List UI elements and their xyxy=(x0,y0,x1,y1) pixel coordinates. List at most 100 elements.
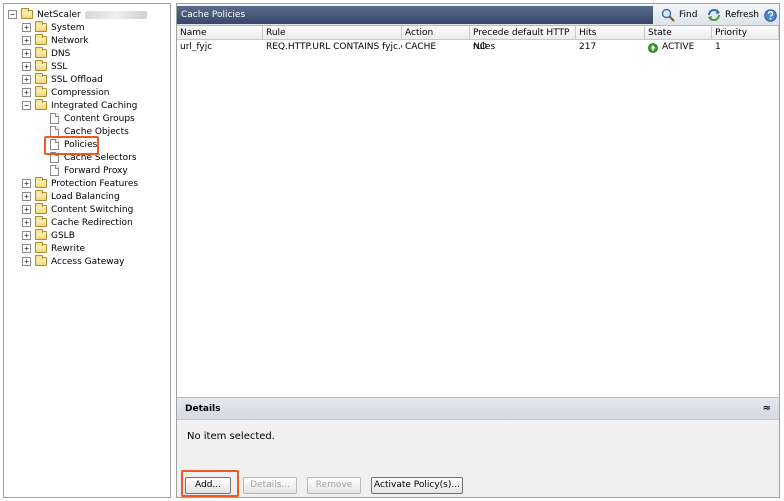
folder-icon xyxy=(35,203,47,214)
refresh-icon xyxy=(708,9,720,21)
cell-rule: REQ.HTTP.URL CONTAINS fyjc.or... xyxy=(266,42,402,52)
tree-node-integrated-caching[interactable]: − Integrated Caching xyxy=(22,99,137,112)
cell-state: ACTIVE xyxy=(645,41,712,54)
folder-icon xyxy=(35,47,47,58)
expand-icon[interactable]: + xyxy=(22,62,31,71)
expand-icon[interactable]: + xyxy=(22,49,31,58)
folder-icon xyxy=(35,216,47,227)
tree-node-load-balancing[interactable]: + Load Balancing xyxy=(22,190,120,203)
tree-node-dns[interactable]: + DNS xyxy=(22,47,70,60)
tree-label: SSL Offload xyxy=(51,74,103,85)
expand-icon[interactable]: + xyxy=(22,75,31,84)
folder-icon xyxy=(35,86,47,97)
tree-label: DNS xyxy=(51,48,71,59)
tree-label: Network xyxy=(51,35,89,46)
expand-icon[interactable]: + xyxy=(22,192,31,201)
help-icon xyxy=(764,8,777,22)
document-icon xyxy=(50,126,59,137)
tree-label: Integrated Caching xyxy=(51,100,138,111)
expand-icon[interactable]: + xyxy=(22,257,31,266)
remove-button[interactable]: Remove xyxy=(307,477,361,494)
folder-icon xyxy=(35,190,47,201)
activate-policies-button[interactable]: Activate Policy(s)... xyxy=(371,477,463,494)
navigation-tree: − NetScaler + System + Network + DNS + S… xyxy=(3,3,171,498)
cache-policies-pane: Cache Policies Find Refresh Name Rule Ac… xyxy=(176,3,780,498)
tree-node-content-switching[interactable]: + Content Switching xyxy=(22,203,133,216)
tree-node-compression[interactable]: + Compression xyxy=(22,86,109,99)
collapse-chevron-icon[interactable]: ≈ xyxy=(763,398,771,420)
details-message: No item selected. xyxy=(187,431,275,442)
expand-icon[interactable]: + xyxy=(22,205,31,214)
hostname-redacted xyxy=(84,10,147,19)
cell-name: url_fyjc xyxy=(180,42,213,52)
expand-icon[interactable]: + xyxy=(22,244,31,253)
tree-node-ssl[interactable]: + SSL xyxy=(22,60,67,73)
expand-icon[interactable]: + xyxy=(22,218,31,227)
tree-label: NetScaler xyxy=(37,9,81,20)
details-panel: Details ≈ No item selected. Add... Detai… xyxy=(177,397,779,497)
tree-node-rewrite[interactable]: + Rewrite xyxy=(22,242,85,255)
folder-icon xyxy=(35,255,47,266)
tree-label: Policies xyxy=(64,139,98,150)
tree-node-cache-redirection[interactable]: + Cache Redirection xyxy=(22,216,133,229)
tree-label: System xyxy=(51,22,85,33)
tree-node-cache-selectors[interactable]: Cache Selectors xyxy=(50,151,137,164)
tree-node-content-groups[interactable]: Content Groups xyxy=(50,112,135,125)
tree-node-forward-proxy[interactable]: Forward Proxy xyxy=(50,164,128,177)
column-header-priority[interactable]: Priority xyxy=(712,26,779,40)
collapse-icon[interactable]: − xyxy=(8,10,17,19)
magnifier-icon xyxy=(661,8,675,22)
expand-icon[interactable]: + xyxy=(22,88,31,97)
refresh-button[interactable]: Refresh xyxy=(707,7,759,23)
folder-icon xyxy=(35,21,47,32)
tree-label: GSLB xyxy=(51,230,75,241)
policies-table: Name Rule Action Precede default HTTP ru… xyxy=(177,26,779,396)
tree-node-protection-features[interactable]: + Protection Features xyxy=(22,177,138,190)
folder-icon xyxy=(35,229,47,240)
column-header-hits[interactable]: Hits xyxy=(576,26,645,40)
tree-label: Cache Objects xyxy=(64,126,129,137)
details-title: Details xyxy=(185,404,221,414)
tree-label: Content Groups xyxy=(64,113,135,124)
column-header-precede[interactable]: Precede default HTTP rules xyxy=(470,26,576,52)
document-icon xyxy=(50,139,59,150)
tree-node-cache-objects[interactable]: Cache Objects xyxy=(50,125,129,138)
column-header-rule[interactable]: Rule xyxy=(263,26,402,40)
details-header[interactable]: Details ≈ xyxy=(177,398,779,420)
column-header-state[interactable]: State xyxy=(645,26,712,40)
collapse-icon[interactable]: − xyxy=(22,101,31,110)
document-icon xyxy=(50,113,59,124)
cell-action: CACHE xyxy=(405,42,437,52)
expand-icon[interactable]: + xyxy=(22,179,31,188)
expand-icon[interactable]: + xyxy=(22,23,31,32)
cell-precede: NO xyxy=(473,42,487,52)
column-header-name[interactable]: Name xyxy=(177,26,263,40)
folder-open-icon xyxy=(21,8,33,19)
tree-node-netscaler[interactable]: − NetScaler xyxy=(8,8,147,21)
cell-priority: 1 xyxy=(715,42,721,52)
folder-open-icon xyxy=(35,99,47,110)
expand-icon[interactable]: + xyxy=(22,231,31,240)
tree-label: SSL xyxy=(51,61,68,72)
find-label: Find xyxy=(679,10,698,20)
expand-icon[interactable]: + xyxy=(22,36,31,45)
details-button[interactable]: Details... xyxy=(243,477,297,494)
pane-toolbar: Cache Policies Find Refresh xyxy=(177,4,779,26)
folder-icon xyxy=(35,73,47,84)
folder-icon xyxy=(35,242,47,253)
pane-title: Cache Policies xyxy=(177,6,653,24)
help-button[interactable] xyxy=(764,7,781,23)
active-state-icon xyxy=(648,42,658,53)
tree-node-access-gateway[interactable]: + Access Gateway xyxy=(22,255,124,268)
tree-label: Cache Selectors xyxy=(64,152,137,163)
tree-node-gslb[interactable]: + GSLB xyxy=(22,229,75,242)
find-button[interactable]: Find xyxy=(661,7,697,23)
tree-node-ssl-offload[interactable]: + SSL Offload xyxy=(22,73,103,86)
column-header-action[interactable]: Action xyxy=(402,26,470,40)
tree-node-system[interactable]: + System xyxy=(22,21,85,34)
cell-hits: 217 xyxy=(579,42,597,52)
tree-label: Protection Features xyxy=(51,178,139,189)
tree-label: Forward Proxy xyxy=(64,165,128,176)
tree-node-network[interactable]: + Network xyxy=(22,34,89,47)
tree-node-policies[interactable]: Policies xyxy=(50,138,97,151)
